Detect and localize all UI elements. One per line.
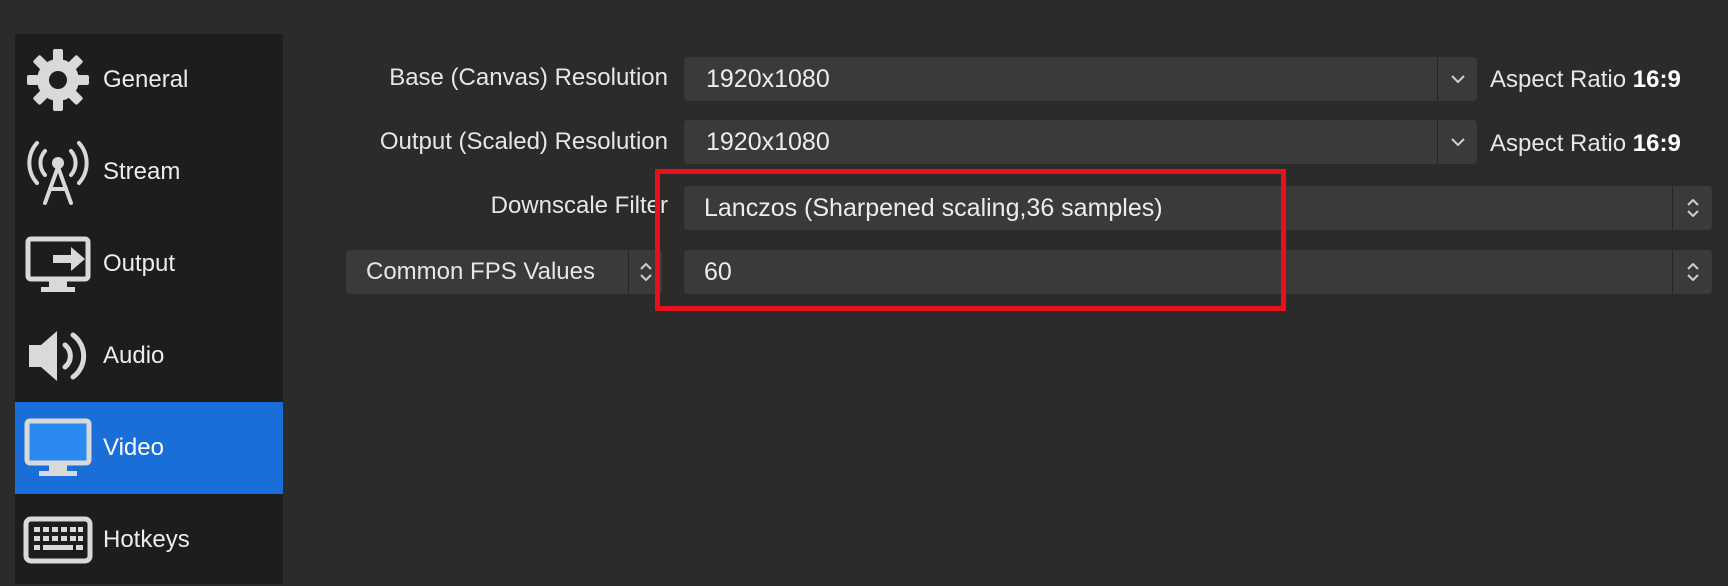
sidebar-item-hotkeys[interactable]: Hotkeys — [15, 494, 283, 586]
sidebar-item-general[interactable]: General — [15, 34, 283, 126]
output-resolution-label: Output (Scaled) Resolution — [379, 128, 668, 155]
output-resolution-combo[interactable]: 1920x1080 — [684, 120, 1477, 164]
sidebar-item-output[interactable]: Output — [15, 218, 283, 310]
output-aspect-ratio: Aspect Ratio 16:9 — [1490, 130, 1681, 158]
updown-chevron-icon — [639, 262, 652, 282]
output-resolution-dropdown-button[interactable] — [1437, 120, 1477, 164]
sidebar-item-audio[interactable]: Audio — [15, 310, 283, 402]
aspect-ratio-value: 16:9 — [1632, 66, 1681, 93]
fps-type-value: Common FPS Values — [366, 258, 595, 285]
sidebar-item-stream[interactable]: Stream — [15, 126, 283, 218]
base-resolution-combo[interactable]: 1920x1080 — [684, 57, 1477, 101]
monitor-icon — [23, 413, 93, 483]
sidebar-item-video[interactable]: Video — [15, 402, 283, 494]
base-resolution-label: Base (Canvas) Resolution — [389, 64, 668, 91]
chevron-down-icon — [1450, 138, 1465, 147]
sidebar-item-label: Video — [103, 434, 164, 461]
chevron-down-icon — [1450, 75, 1465, 84]
sidebar-item-label: Audio — [103, 342, 165, 369]
output-monitor-icon — [23, 229, 93, 299]
sidebar-item-label: Output — [103, 250, 176, 277]
red-highlight-box — [655, 169, 1286, 311]
base-resolution-value: 1920x1080 — [706, 65, 830, 93]
base-aspect-ratio: Aspect Ratio 16:9 — [1490, 66, 1681, 94]
output-resolution-value: 1920x1080 — [706, 128, 830, 156]
aspect-ratio-label: Aspect Ratio — [1490, 66, 1627, 93]
sidebar-item-label: General — [103, 66, 189, 93]
top-bar — [0, 0, 1728, 34]
keyboard-icon — [23, 505, 93, 575]
settings-sidebar: General Stream Output Audio Video Hotkey… — [15, 34, 283, 584]
sidebar-item-label: Hotkeys — [103, 526, 190, 553]
fps-value-stepper-button[interactable] — [1672, 250, 1712, 294]
updown-chevron-icon — [1686, 198, 1699, 218]
antenna-icon — [23, 137, 93, 207]
gear-icon — [23, 45, 93, 115]
speaker-icon — [23, 321, 93, 391]
downscale-filter-label: Downscale Filter — [490, 192, 668, 219]
aspect-ratio-label: Aspect Ratio — [1490, 130, 1627, 157]
sidebar-item-label: Stream — [103, 158, 181, 185]
fps-type-select[interactable]: Common FPS Values — [346, 250, 662, 294]
downscale-filter-stepper-button[interactable] — [1672, 186, 1712, 230]
aspect-ratio-value: 16:9 — [1632, 130, 1681, 157]
base-resolution-dropdown-button[interactable] — [1437, 57, 1477, 101]
updown-chevron-icon — [1686, 262, 1699, 282]
